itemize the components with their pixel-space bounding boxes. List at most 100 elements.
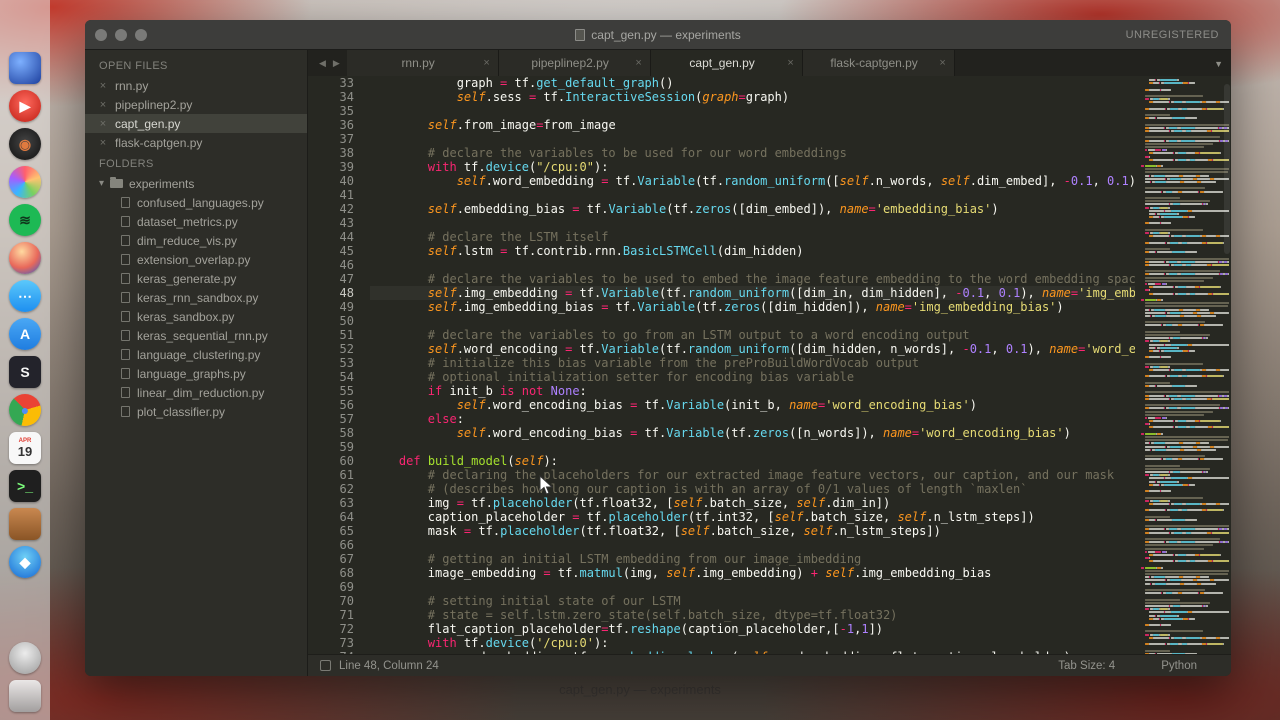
code-line-57[interactable]: else: — [370, 412, 1135, 426]
disclosure-triangle-icon[interactable]: ▾ — [99, 178, 104, 189]
open-file-capt_gen.py[interactable]: × capt_gen.py — [85, 114, 307, 133]
dock-icon-app-6[interactable] — [9, 242, 41, 274]
tab-scroll-right-icon[interactable]: ▶ — [333, 58, 340, 69]
code-line-64[interactable]: caption_placeholder = tf.placeholder(tf.… — [370, 510, 1135, 524]
tab-flask-captgen.py[interactable]: flask-captgen.py × — [802, 50, 955, 76]
sidebar-file-language_graphs.py[interactable]: language_graphs.py — [85, 364, 307, 383]
code-line-67[interactable]: # getting an initial LSTM embedding from… — [370, 552, 1135, 566]
code-line-65[interactable]: mask = tf.placeholder(tf.float32, [self.… — [370, 524, 1135, 538]
close-file-icon[interactable]: × — [99, 80, 107, 92]
code-line-70[interactable]: # setting initial state of our LSTM — [370, 594, 1135, 608]
code-line-58[interactable]: self.word_encoding_bias = tf.Variable(tf… — [370, 426, 1135, 440]
status-icon[interactable] — [320, 660, 331, 671]
folder-experiments[interactable]: ▾ experiments — [85, 174, 307, 193]
code-line-36[interactable]: self.from_image=from_image — [370, 118, 1135, 132]
dock-icon-messages[interactable]: ⋯ — [9, 280, 41, 312]
close-file-icon[interactable]: × — [99, 118, 107, 130]
code-line-39[interactable]: with tf.device("/cpu:0"): — [370, 160, 1135, 174]
dock-icon-app-1[interactable] — [9, 52, 41, 84]
open-file-pipeplinep2.py[interactable]: × pipeplinep2.py — [85, 95, 307, 114]
code-line-74[interactable]: word_embeddings=tf.nn.embedding_lookup(s… — [370, 650, 1135, 654]
close-file-icon[interactable]: × — [99, 99, 107, 111]
sidebar-file-plot_classifier.py[interactable]: plot_classifier.py — [85, 402, 307, 421]
tab-close-icon[interactable]: × — [483, 57, 489, 69]
code-line-45[interactable]: self.lstm = tf.contrib.rnn.BasicLSTMCell… — [370, 244, 1135, 258]
code-line-38[interactable]: # declare the variables to be used for o… — [370, 146, 1135, 160]
scrollbar-track[interactable] — [1223, 76, 1231, 654]
code-line-42[interactable]: self.embedding_bias = tf.Variable(tf.zer… — [370, 202, 1135, 216]
dock-icon-dark-dial[interactable]: ◉ — [9, 128, 41, 160]
sidebar-file-dim_reduce_vis.py[interactable]: dim_reduce_vis.py — [85, 231, 307, 250]
dock-icon-app-s[interactable]: S — [9, 356, 41, 388]
minimize-window-button[interactable] — [115, 29, 127, 41]
dock-icon-safari[interactable]: ◆ — [9, 546, 41, 578]
sidebar-file-extension_overlap.py[interactable]: extension_overlap.py — [85, 250, 307, 269]
code-line-62[interactable]: # (describes how long our caption is wit… — [370, 482, 1135, 496]
close-window-button[interactable] — [95, 29, 107, 41]
dock-icon-photos[interactable] — [9, 166, 41, 198]
dock-icon-media-play[interactable]: ▶ — [9, 90, 41, 122]
tab-pipeplinep2.py[interactable]: pipeplinep2.py × — [498, 50, 651, 76]
scrollbar-thumb[interactable] — [1224, 84, 1230, 254]
dock-icon-spotify[interactable]: ≋ — [9, 204, 41, 236]
code-line-48[interactable]: self.img_embedding = tf.Variable(tf.rand… — [370, 286, 1135, 300]
sidebar-file-language_clustering.py[interactable]: language_clustering.py — [85, 345, 307, 364]
tab-close-icon[interactable]: × — [787, 57, 793, 69]
code-line-41[interactable] — [370, 188, 1135, 202]
code-line-49[interactable]: self.img_embedding_bias = tf.Variable(tf… — [370, 300, 1135, 314]
dock-icon-chrome[interactable]: ● — [9, 394, 41, 426]
tab-close-icon[interactable]: × — [635, 57, 641, 69]
code-line-35[interactable] — [370, 104, 1135, 118]
code-line-44[interactable]: # declare the LSTM itself — [370, 230, 1135, 244]
code-line-68[interactable]: image_embedding = tf.matmul(img, self.im… — [370, 566, 1135, 580]
open-file-rnn.py[interactable]: × rnn.py — [85, 76, 307, 95]
tab-size-indicator[interactable]: Tab Size: 4 — [1058, 660, 1115, 672]
dock-icon-app-13[interactable] — [9, 508, 41, 540]
code-line-61[interactable]: # declaring the placeholders for our ext… — [370, 468, 1135, 482]
code-line-56[interactable]: self.word_encoding_bias = tf.Variable(in… — [370, 398, 1135, 412]
tab-close-icon[interactable]: × — [939, 57, 945, 69]
dock-icon-calendar[interactable]: APR 19 — [9, 432, 41, 464]
code-line-33[interactable]: graph = tf.get_default_graph() — [370, 76, 1135, 90]
dock-icon-downloads[interactable] — [9, 642, 41, 674]
code-line-54[interactable]: # optional initialization setter for enc… — [370, 370, 1135, 384]
code-line-47[interactable]: # declare the variables to be used to em… — [370, 272, 1135, 286]
editor-area[interactable]: 33 34 35 36 37 38 39 40 41 42 43 44 45 46 47 48 49 50 51 52… — [308, 76, 1231, 654]
code-line-59[interactable] — [370, 440, 1135, 454]
code-line-72[interactable]: flat_caption_placeholder=tf.reshape(capt… — [370, 622, 1135, 636]
code-line-69[interactable] — [370, 580, 1135, 594]
sidebar-file-keras_sequential_rnn.py[interactable]: keras_sequential_rnn.py — [85, 326, 307, 345]
sidebar-file-keras_generate.py[interactable]: keras_generate.py — [85, 269, 307, 288]
tab-overflow-icon[interactable]: ▼ — [1214, 59, 1223, 69]
window-titlebar[interactable]: capt_gen.py — experiments UNREGISTERED — [85, 20, 1231, 50]
code-line-63[interactable]: img = tf.placeholder(tf.float32, [self.b… — [370, 496, 1135, 510]
code-line-34[interactable]: self.sess = tf.InteractiveSession(graph=… — [370, 90, 1135, 104]
syntax-indicator[interactable]: Python — [1161, 660, 1197, 672]
code-line-40[interactable]: self.word_embedding = tf.Variable(tf.ran… — [370, 174, 1135, 188]
code-line-73[interactable]: with tf.device('/cpu:0'): — [370, 636, 1135, 650]
code-line-55[interactable]: if init_b is not None: — [370, 384, 1135, 398]
open-file-flask-captgen.py[interactable]: × flask-captgen.py — [85, 133, 307, 152]
sidebar-file-confused_languages.py[interactable]: confused_languages.py — [85, 193, 307, 212]
code-line-60[interactable]: def build_model(self): — [370, 454, 1135, 468]
code-line-50[interactable] — [370, 314, 1135, 328]
tab-scroll-left-icon[interactable]: ◀ — [319, 58, 326, 69]
code-line-53[interactable]: # initialize this bias variable from the… — [370, 356, 1135, 370]
sidebar-file-linear_dim_reduction.py[interactable]: linear_dim_reduction.py — [85, 383, 307, 402]
dock-icon-trash[interactable] — [9, 680, 41, 712]
code-line-51[interactable]: # declare the variables to go from an LS… — [370, 328, 1135, 342]
sidebar-file-keras_sandbox.py[interactable]: keras_sandbox.py — [85, 307, 307, 326]
dock-icon-appstore[interactable]: A — [9, 318, 41, 350]
zoom-window-button[interactable] — [135, 29, 147, 41]
sidebar-file-keras_rnn_sandbox.py[interactable]: keras_rnn_sandbox.py — [85, 288, 307, 307]
sidebar-file-dataset_metrics.py[interactable]: dataset_metrics.py — [85, 212, 307, 231]
tab-rnn.py[interactable]: rnn.py × — [346, 50, 499, 76]
code-line-46[interactable] — [370, 258, 1135, 272]
code-line-43[interactable] — [370, 216, 1135, 230]
code-area[interactable]: graph = tf.get_default_graph() self.sess… — [370, 76, 1135, 654]
code-line-52[interactable]: self.word_encoding = tf.Variable(tf.rand… — [370, 342, 1135, 356]
tab-capt_gen.py[interactable]: capt_gen.py × — [650, 50, 803, 76]
code-line-66[interactable] — [370, 538, 1135, 552]
close-file-icon[interactable]: × — [99, 137, 107, 149]
minimap[interactable] — [1135, 76, 1231, 654]
